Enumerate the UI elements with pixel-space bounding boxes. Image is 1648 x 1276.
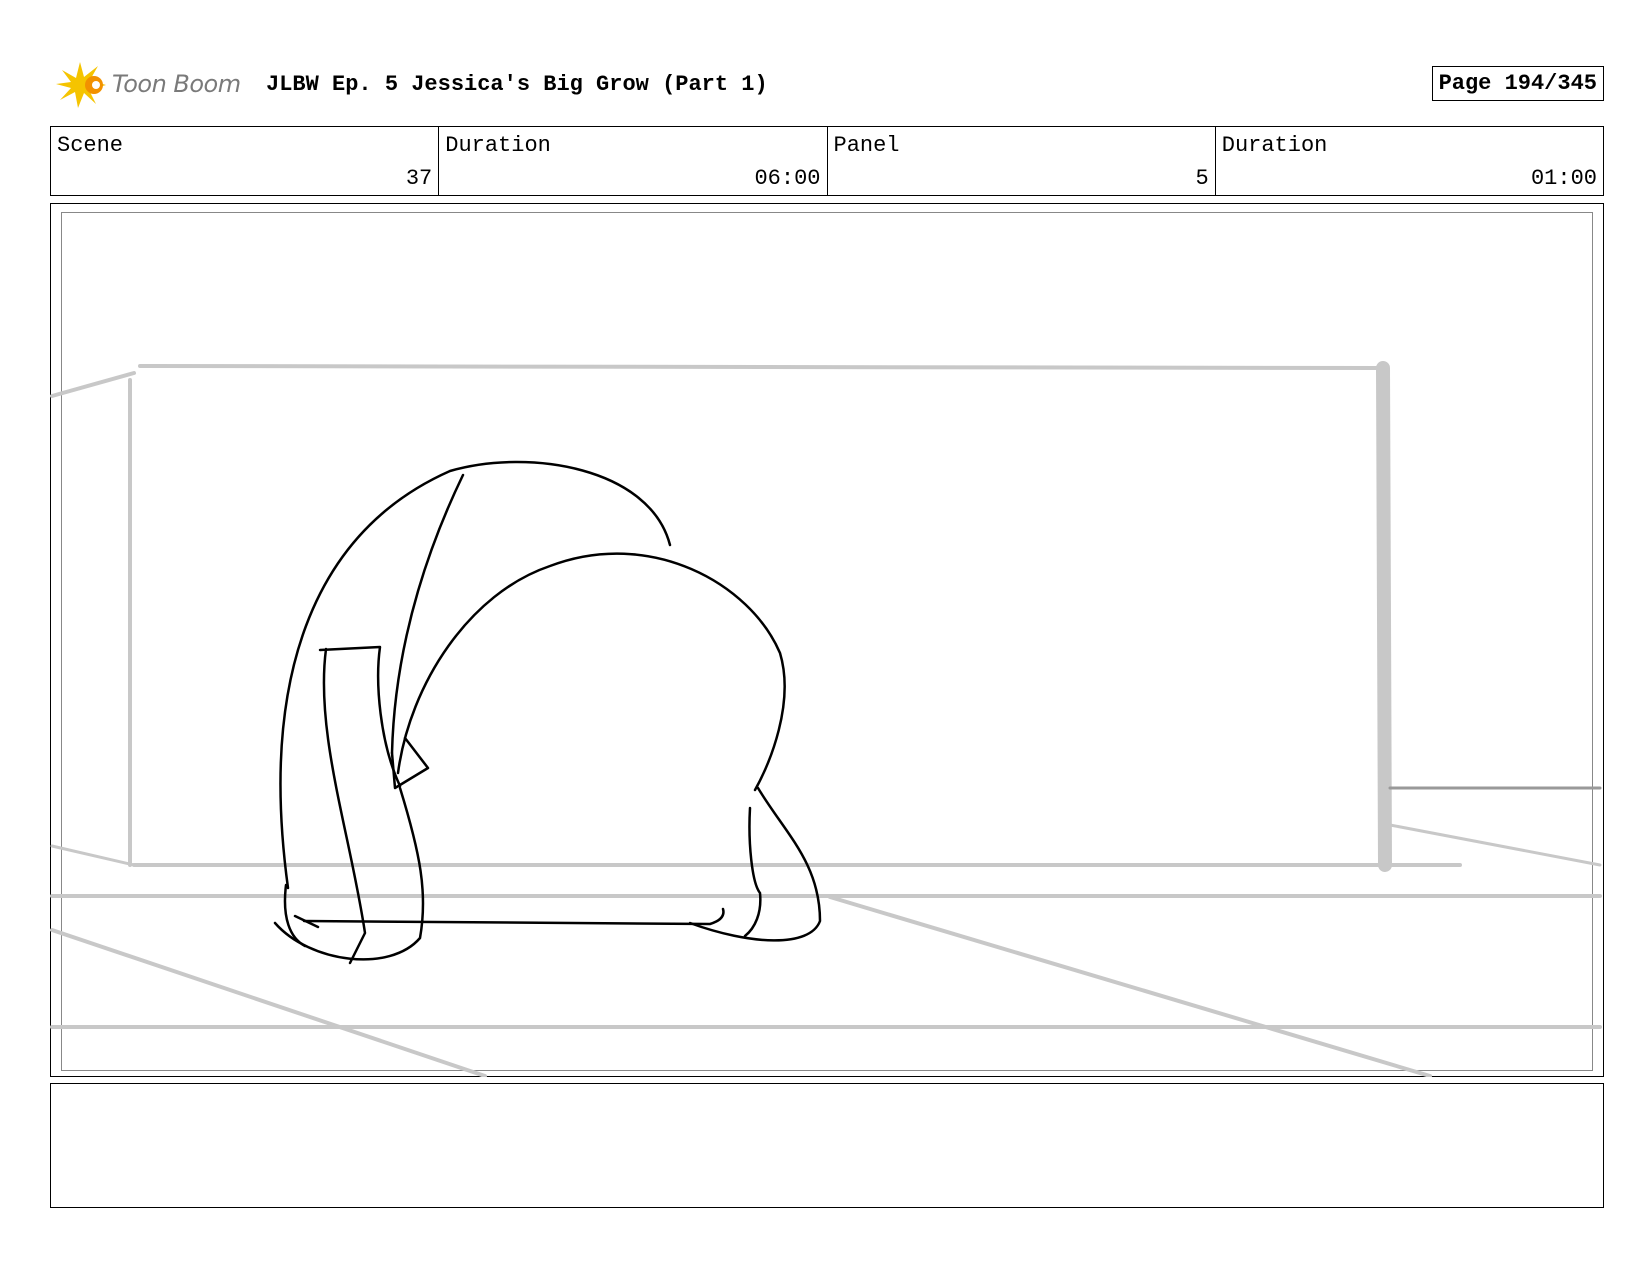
scene-duration-value: 06:00 [754, 166, 821, 191]
page-header: Toon Boom JLBW Ep. 5 Jessica's Big Grow … [50, 58, 1604, 112]
scene-duration-label: Duration [445, 133, 551, 158]
panel-label: Panel [833, 133, 900, 158]
document-title: JLBW Ep. 5 Jessica's Big Grow (Part 1) [266, 72, 768, 97]
panel-value: 5 [1195, 166, 1209, 191]
panel-duration-value: 01:00 [1530, 166, 1597, 191]
page-number: Page 194/345 [1431, 66, 1604, 101]
panel-duration-cell: Duration 01:00 [1216, 127, 1603, 195]
logo-text: Toon Boom [112, 70, 241, 98]
scene-value: 37 [405, 166, 433, 191]
scene-label: Scene [57, 133, 124, 158]
character-head-back-sketch [273, 460, 822, 965]
panel-duration-label: Duration [1221, 133, 1328, 158]
panel-notes-box [50, 1083, 1604, 1208]
scene-duration-cell: Duration 06:00 [439, 127, 828, 195]
storyboard-sketch [50, 361, 1602, 1077]
starburst-icon [56, 62, 106, 108]
panel-cell: Panel 5 [828, 127, 1216, 195]
scene-info-table: Scene 37 Duration 06:00 Panel 5 Duration… [50, 126, 1604, 196]
scene-cell: Scene 37 [51, 127, 440, 195]
toon-boom-logo: Toon Boom [54, 58, 254, 112]
